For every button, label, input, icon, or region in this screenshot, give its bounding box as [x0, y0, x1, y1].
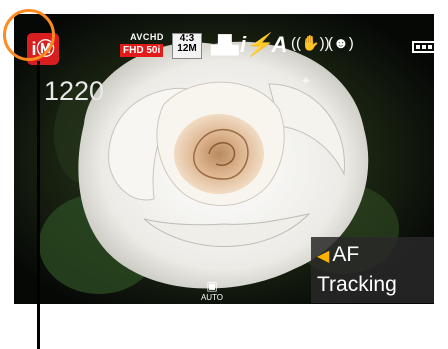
remaining-shots-count: 1220: [44, 76, 105, 106]
af-tracking-button[interactable]: ◀ AF Tracking: [311, 237, 434, 303]
scene-icon: ▣: [206, 279, 218, 293]
camera-lcd-screen: iⓂ AVCHD FHD 50i 4:3 12M ▟▙ i⚡A ((✋)) (☻…: [14, 14, 434, 304]
af-frame-icon: ⌖: [302, 72, 310, 88]
face-detect-icon: (☻): [328, 35, 354, 52]
picture-size-label: 12M: [177, 43, 197, 54]
movie-quality-badge: FHD 50i: [120, 44, 164, 57]
recording-format-label: AVCHD: [130, 32, 164, 42]
callout-leader-line: [37, 61, 40, 349]
stabilizer-icon: ((✋)): [291, 35, 330, 52]
auto-scene-indicator: ▣ AUTO: [197, 279, 227, 302]
auto-label: AUTO: [200, 293, 224, 302]
highlight-ring: [3, 9, 55, 61]
ia-mode-label: i⚡A: [240, 32, 287, 57]
fine-quality-icon: ▟▙: [211, 35, 239, 55]
battery-icon: [412, 41, 434, 53]
left-arrow-icon: ◀: [317, 248, 330, 265]
aspect-picture-size-icon: 4:3 12M: [172, 33, 202, 59]
